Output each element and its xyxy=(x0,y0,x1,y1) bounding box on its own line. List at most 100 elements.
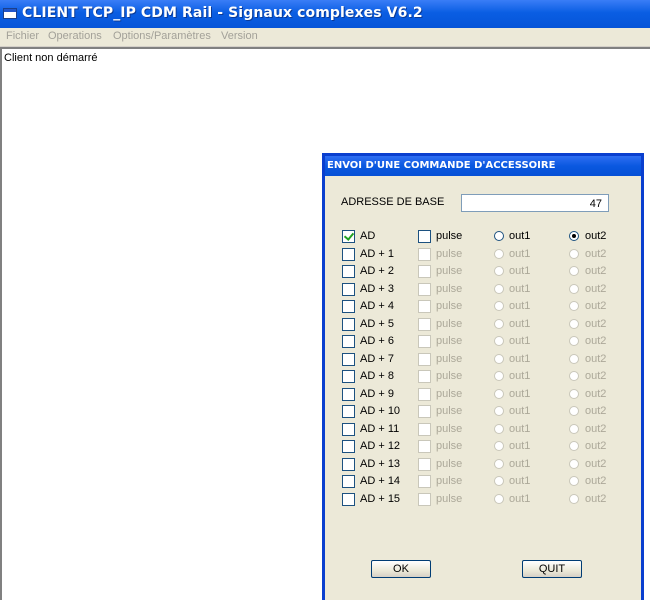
accessory-row: AD + 10 pulse out1 out2 xyxy=(325,403,641,420)
pulse-checkbox[interactable] xyxy=(418,492,431,506)
ok-button[interactable]: OK xyxy=(371,560,431,578)
address-checkbox[interactable] xyxy=(342,475,355,488)
pulse-label: pulse xyxy=(436,370,463,382)
out2-radio[interactable] xyxy=(569,231,579,241)
address-checkbox[interactable] xyxy=(342,247,355,261)
accessory-row: AD + 14 pulse out1 out2 xyxy=(325,473,641,490)
title-bar[interactable]: CLIENT TCP_IP CDM Rail - Signaux complex… xyxy=(0,0,650,28)
out2-label: out2 xyxy=(585,387,607,400)
pulse-checkbox[interactable] xyxy=(418,317,431,331)
pulse-checkbox[interactable] xyxy=(418,352,431,366)
address-checkbox[interactable] xyxy=(342,387,355,401)
out1-label: out1 xyxy=(509,387,531,400)
address-checkbox[interactable] xyxy=(342,230,355,243)
out1-label: out1 xyxy=(509,335,531,347)
out1-radio[interactable] xyxy=(494,476,504,486)
out1-radio[interactable] xyxy=(494,441,504,451)
out2-radio[interactable] xyxy=(569,388,579,399)
menu-version[interactable]: Version xyxy=(221,30,258,42)
pulse-checkbox[interactable] xyxy=(418,282,431,296)
out1-radio[interactable] xyxy=(494,423,504,434)
out2-radio[interactable] xyxy=(569,441,579,451)
pulse-checkbox[interactable] xyxy=(418,247,431,261)
out1-radio[interactable] xyxy=(494,231,504,241)
pulse-label: pulse xyxy=(436,230,463,242)
out2-radio[interactable] xyxy=(569,248,579,259)
app-window-icon xyxy=(3,8,17,19)
address-checkbox[interactable] xyxy=(342,492,355,506)
address-checkbox[interactable] xyxy=(342,370,355,383)
address-checkbox[interactable] xyxy=(342,440,355,453)
pulse-checkbox[interactable] xyxy=(418,335,431,348)
out1-radio[interactable] xyxy=(494,406,504,416)
out1-radio[interactable] xyxy=(494,248,504,259)
out2-radio[interactable] xyxy=(569,318,579,329)
base-address-input[interactable] xyxy=(461,194,609,212)
pulse-checkbox[interactable] xyxy=(418,440,431,453)
menu-options-parametres[interactable]: Options/Paramètres xyxy=(113,30,211,42)
out2-label: out2 xyxy=(585,475,607,487)
pulse-checkbox[interactable] xyxy=(418,475,431,488)
out2-radio[interactable] xyxy=(569,353,579,364)
address-checkbox[interactable] xyxy=(342,457,355,471)
accessory-row: AD + 12 pulse out1 out2 xyxy=(325,438,641,455)
pulse-checkbox[interactable] xyxy=(418,387,431,401)
out2-label: out2 xyxy=(585,352,607,365)
out2-radio[interactable] xyxy=(569,493,579,504)
out2-radio[interactable] xyxy=(569,336,579,346)
menu-operations[interactable]: Operations xyxy=(48,30,102,42)
address-checkbox[interactable] xyxy=(342,317,355,331)
out2-radio[interactable] xyxy=(569,458,579,469)
address-checkbox[interactable] xyxy=(342,352,355,366)
out1-radio[interactable] xyxy=(494,388,504,399)
quit-button[interactable]: QUIT xyxy=(522,560,582,578)
pulse-label: pulse xyxy=(436,265,463,277)
pulse-checkbox[interactable] xyxy=(418,405,431,418)
out2-label: out2 xyxy=(585,422,607,435)
out2-radio[interactable] xyxy=(569,423,579,434)
out2-radio[interactable] xyxy=(569,406,579,416)
out1-label: out1 xyxy=(509,457,531,470)
pulse-label: pulse xyxy=(436,300,463,312)
accessory-row: AD pulse out1 out2 xyxy=(325,228,641,245)
pulse-checkbox[interactable] xyxy=(418,300,431,313)
address-checkbox[interactable] xyxy=(342,335,355,348)
out1-label: out1 xyxy=(509,440,531,452)
accessory-row: AD + 8 pulse out1 out2 xyxy=(325,368,641,385)
out2-radio[interactable] xyxy=(569,266,579,276)
out1-radio[interactable] xyxy=(494,371,504,381)
out1-radio[interactable] xyxy=(494,283,504,294)
out1-label: out1 xyxy=(509,352,531,365)
out1-radio[interactable] xyxy=(494,301,504,311)
accessory-row: AD + 5 pulse out1 out2 xyxy=(325,316,641,333)
address-checkbox[interactable] xyxy=(342,405,355,418)
address-checkbox[interactable] xyxy=(342,300,355,313)
out1-radio[interactable] xyxy=(494,493,504,504)
out2-radio[interactable] xyxy=(569,301,579,311)
address-checkbox[interactable] xyxy=(342,282,355,296)
pulse-checkbox[interactable] xyxy=(418,457,431,471)
out2-radio[interactable] xyxy=(569,283,579,294)
out2-label: out2 xyxy=(585,230,607,242)
address-checkbox[interactable] xyxy=(342,265,355,278)
out1-radio[interactable] xyxy=(494,318,504,329)
pulse-checkbox[interactable] xyxy=(418,265,431,278)
out1-radio[interactable] xyxy=(494,458,504,469)
menu-fichier[interactable]: Fichier xyxy=(6,30,39,42)
pulse-checkbox[interactable] xyxy=(418,230,431,243)
out1-radio[interactable] xyxy=(494,353,504,364)
out1-radio[interactable] xyxy=(494,266,504,276)
pulse-label: pulse xyxy=(436,317,463,330)
out2-label: out2 xyxy=(585,317,607,330)
pulse-label: pulse xyxy=(436,405,463,417)
out1-label: out1 xyxy=(509,230,531,242)
dialog-title-bar[interactable]: ENVOI D'UNE COMMANDE D'ACCESSOIRE xyxy=(325,156,641,176)
out2-radio[interactable] xyxy=(569,476,579,486)
out1-radio[interactable] xyxy=(494,336,504,346)
accessory-row: AD + 11 pulse out1 out2 xyxy=(325,421,641,438)
pulse-checkbox[interactable] xyxy=(418,370,431,383)
pulse-checkbox[interactable] xyxy=(418,422,431,436)
out2-radio[interactable] xyxy=(569,371,579,381)
address-checkbox[interactable] xyxy=(342,422,355,436)
address-label: AD + 2 xyxy=(360,265,394,277)
